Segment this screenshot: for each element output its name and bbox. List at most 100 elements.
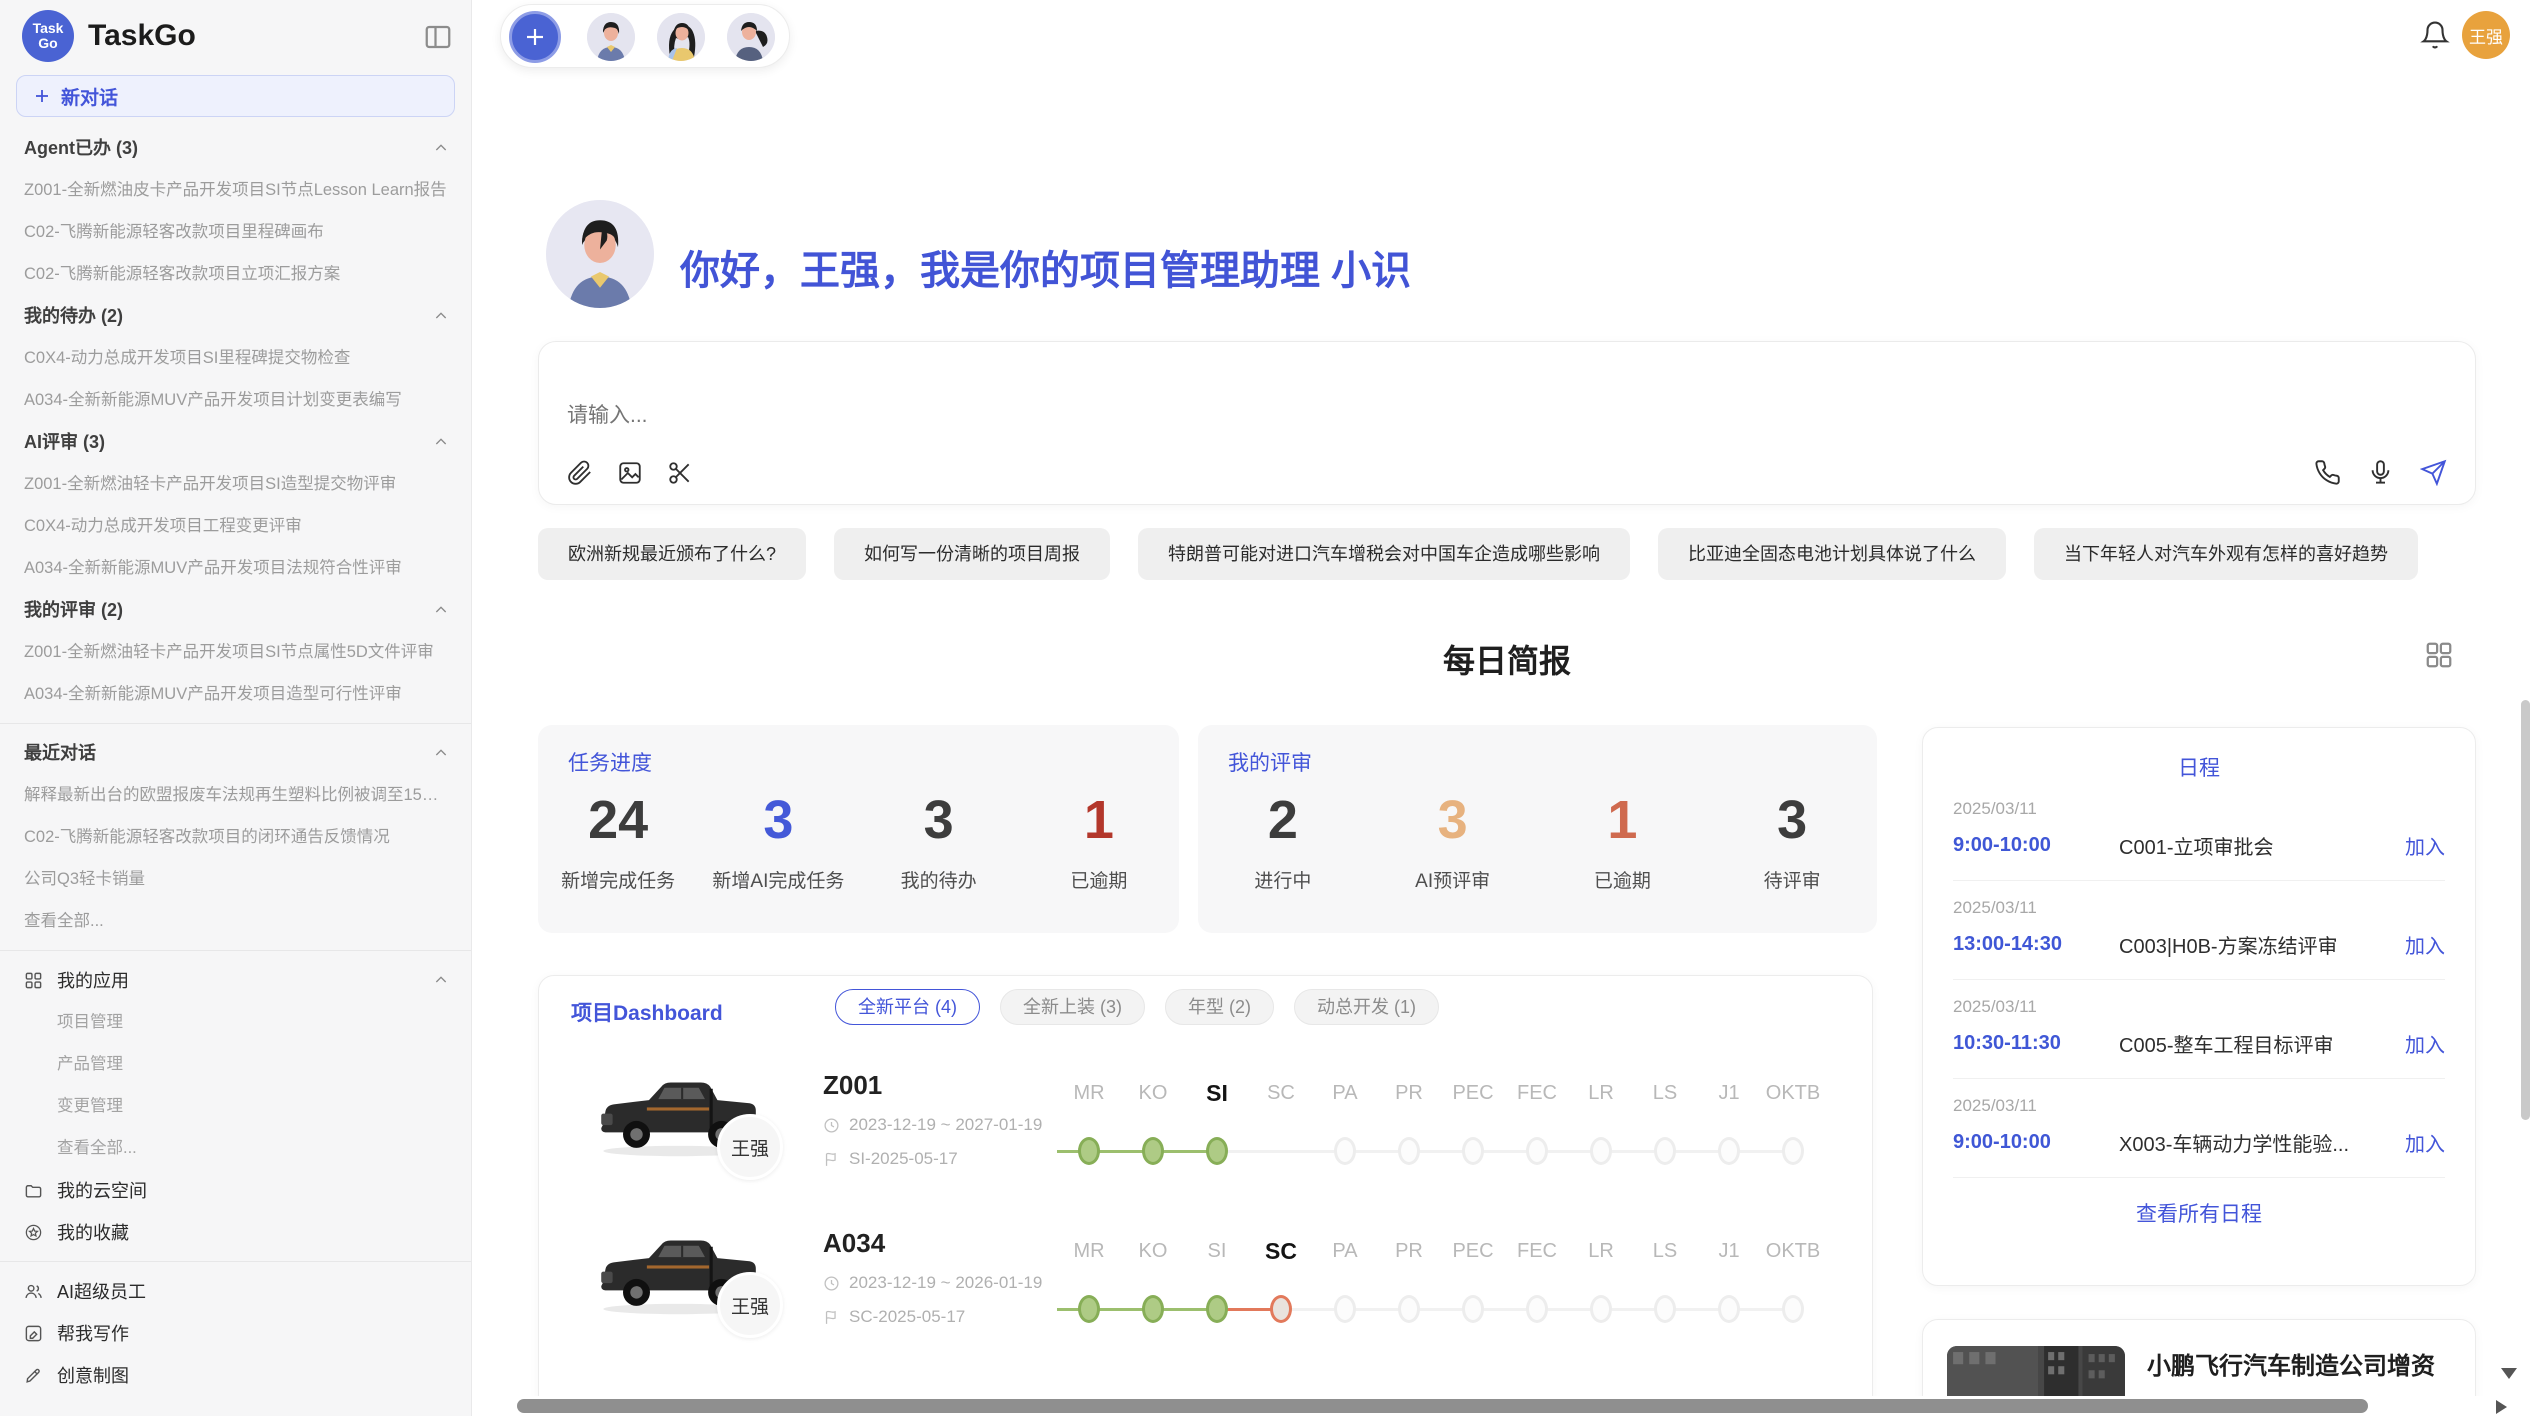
milestone-dot — [1526, 1137, 1548, 1165]
agent-avatar-2[interactable] — [657, 13, 705, 61]
greeting-text: 你好，王强，我是你的项目管理助理 小识 — [680, 238, 1411, 296]
milestone-dot — [1526, 1295, 1548, 1323]
milestone-track: MR KO SI SC PA PR PEC FEC LR LS J1 OKTB — [1057, 1236, 1827, 1346]
milestone-dot — [1270, 1295, 1292, 1323]
sidebar-item-my-apps[interactable]: 我的应用 — [0, 959, 471, 1001]
app-title: TaskGo — [88, 19, 196, 53]
list-item[interactable]: C02-飞腾新能源轻客改款项目立项汇报方案 — [0, 253, 471, 295]
vertical-scrollbar-thumb[interactable] — [2521, 700, 2530, 1120]
tab-new-platform[interactable]: 全新平台 (4) — [835, 989, 980, 1025]
list-item[interactable]: C0X4-动力总成开发项目SI里程碑提交物检查 — [0, 337, 471, 379]
schedule-title: 日程 — [1953, 752, 2445, 782]
chat-input[interactable] — [567, 404, 2167, 428]
card-title: 任务进度 — [568, 747, 652, 777]
tab-powertrain[interactable]: 动总开发 (1) — [1294, 989, 1439, 1025]
scroll-right-arrow-icon[interactable] — [2496, 1400, 2507, 1414]
section-recent-chats[interactable]: 最近对话 — [0, 732, 471, 774]
logo-icon: Task Go — [22, 10, 74, 62]
suggestion-chip[interactable]: 特朗普可能对进口汽车增税会对中国车企造成哪些影响 — [1138, 528, 1630, 580]
sidebar-item-favorites[interactable]: 我的收藏 — [0, 1211, 471, 1253]
user-avatar[interactable]: 王强 — [2462, 11, 2510, 59]
sidebar-item-ai-employee[interactable]: AI超级员工 — [0, 1270, 471, 1312]
view-all-schedule-link[interactable]: 查看所有日程 — [1953, 1178, 2445, 1228]
agent-avatar-3[interactable] — [727, 13, 775, 61]
schedule-row: 2025/03/11 9:00-10:00X003-车辆动力学性能验...加入 — [1953, 1079, 2445, 1178]
list-item[interactable]: Z001-全新燃油皮卡产品开发项目SI节点Lesson Learn报告 — [0, 169, 471, 211]
milestone-dot — [1206, 1137, 1228, 1165]
new-chat-button[interactable]: 新对话 — [16, 75, 455, 117]
suggestion-chip[interactable]: 如何写一份清晰的项目周报 — [834, 528, 1110, 580]
chevron-up-icon — [433, 972, 449, 988]
layout-grid-icon[interactable] — [2424, 640, 2454, 670]
add-agent-button[interactable] — [509, 11, 561, 63]
suggestion-chip[interactable]: 欧洲新规最近颁布了什么? — [538, 528, 806, 580]
folder-icon — [24, 1181, 43, 1200]
section-agent-done[interactable]: Agent已办 (3) — [0, 127, 471, 169]
project-name: A034 — [823, 1228, 1042, 1259]
view-all-apps[interactable]: 查看全部... — [0, 1127, 471, 1169]
paperclip-icon[interactable] — [567, 460, 593, 486]
sidebar-item-creative-draw[interactable]: 创意制图 — [0, 1354, 471, 1396]
divider — [0, 950, 471, 951]
project-row[interactable]: 王强 Z001 2023-12-19 ~ 2027-01-19 SI-2025-… — [539, 1062, 1873, 1212]
milestone-dot — [1142, 1137, 1164, 1165]
list-item[interactable]: A034-全新新能源MUV产品开发项目造型可行性评审 — [0, 673, 471, 715]
list-item[interactable]: C0X4-动力总成开发项目工程变更评审 — [0, 505, 471, 547]
list-item[interactable]: C02-飞腾新能源轻客改款项目的闭环通告反馈情况 — [0, 816, 471, 858]
app-item-product[interactable]: 产品管理 — [0, 1043, 471, 1085]
assistant-avatar — [546, 200, 654, 308]
plus-icon — [33, 87, 51, 105]
list-item[interactable]: Z001-全新燃油轻卡产品开发项目SI节点属性5D文件评审 — [0, 631, 471, 673]
agent-avatar-1[interactable] — [587, 13, 635, 61]
tab-year-model[interactable]: 年型 (2) — [1165, 989, 1274, 1025]
join-link[interactable]: 加入 — [2405, 831, 2445, 860]
milestone-dot — [1398, 1295, 1420, 1323]
scissors-icon[interactable] — [667, 460, 693, 486]
logo-line1: Task — [33, 21, 64, 36]
my-review-card: 我的评审 2进行中 3AI预评审 1已逾期 3待评审 — [1198, 725, 1877, 933]
app-item-change[interactable]: 变更管理 — [0, 1085, 471, 1127]
list-item[interactable]: C02-飞腾新能源轻客改款项目里程碑画布 — [0, 211, 471, 253]
tab-new-body[interactable]: 全新上装 (3) — [1000, 989, 1145, 1025]
mic-icon[interactable] — [2367, 459, 2394, 486]
schedule-row: 2025/03/11 9:00-10:00C001-立项审批会加入 — [1953, 782, 2445, 881]
stat-overdue: 1已逾期 — [1019, 791, 1179, 893]
join-link[interactable]: 加入 — [2405, 930, 2445, 959]
join-link[interactable]: 加入 — [2405, 1128, 2445, 1157]
list-item[interactable]: Z001-全新燃油轻卡产品开发项目SI造型提交物评审 — [0, 463, 471, 505]
clock-icon — [823, 1275, 840, 1292]
list-item[interactable]: 公司Q3轻卡销量 — [0, 858, 471, 900]
section-ai-review[interactable]: AI评审 (3) — [0, 421, 471, 463]
dashboard-title: 项目Dashboard — [571, 997, 723, 1027]
list-item[interactable]: A034-全新新能源MUV产品开发项目计划变更表编写 — [0, 379, 471, 421]
phone-icon[interactable] — [2314, 459, 2341, 486]
app-item-project[interactable]: 项目管理 — [0, 1001, 471, 1043]
milestone-dot — [1718, 1137, 1740, 1165]
list-item[interactable]: A034-全新新能源MUV产品开发项目法规符合性评审 — [0, 547, 471, 589]
milestone-dot — [1590, 1295, 1612, 1323]
section-my-review[interactable]: 我的评审 (2) — [0, 589, 471, 631]
people-icon — [24, 1282, 43, 1301]
project-row[interactable]: 王强 A034 2023-12-19 ~ 2026-01-19 SC-2025-… — [539, 1220, 1873, 1370]
sidebar-item-cloud-space[interactable]: 我的云空间 — [0, 1169, 471, 1211]
send-icon[interactable] — [2420, 459, 2447, 486]
sidebar-collapse-icon[interactable] — [423, 22, 453, 52]
suggestion-chip[interactable]: 比亚迪全固态电池计划具体说了什么 — [1658, 528, 2006, 580]
scroll-down-arrow-icon[interactable] — [2501, 1368, 2517, 1379]
milestone-dot — [1206, 1295, 1228, 1323]
suggestion-chip[interactable]: 当下年轻人对汽车外观有怎样的喜好趋势 — [2034, 528, 2418, 580]
view-all-chats[interactable]: 查看全部... — [0, 900, 471, 942]
milestone-dot — [1654, 1137, 1676, 1165]
section-my-todo[interactable]: 我的待办 (2) — [0, 295, 471, 337]
chevron-up-icon — [433, 602, 449, 618]
image-icon[interactable] — [617, 460, 643, 486]
milestone-dot — [1782, 1295, 1804, 1323]
notification-bell-icon[interactable] — [2420, 20, 2450, 50]
chevron-up-icon — [433, 140, 449, 156]
suggestion-chips: 欧洲新规最近颁布了什么? 如何写一份清晰的项目周报 特朗普可能对进口汽车增税会对… — [538, 528, 2498, 580]
sidebar-item-help-write[interactable]: 帮我写作 — [0, 1312, 471, 1354]
horizontal-scrollbar-thumb[interactable] — [517, 1399, 2368, 1413]
join-link[interactable]: 加入 — [2405, 1029, 2445, 1058]
new-chat-label: 新对话 — [61, 83, 118, 110]
list-item[interactable]: 解释最新出台的欧盟报废车法规再生塑料比例被调至15%... — [0, 774, 471, 816]
